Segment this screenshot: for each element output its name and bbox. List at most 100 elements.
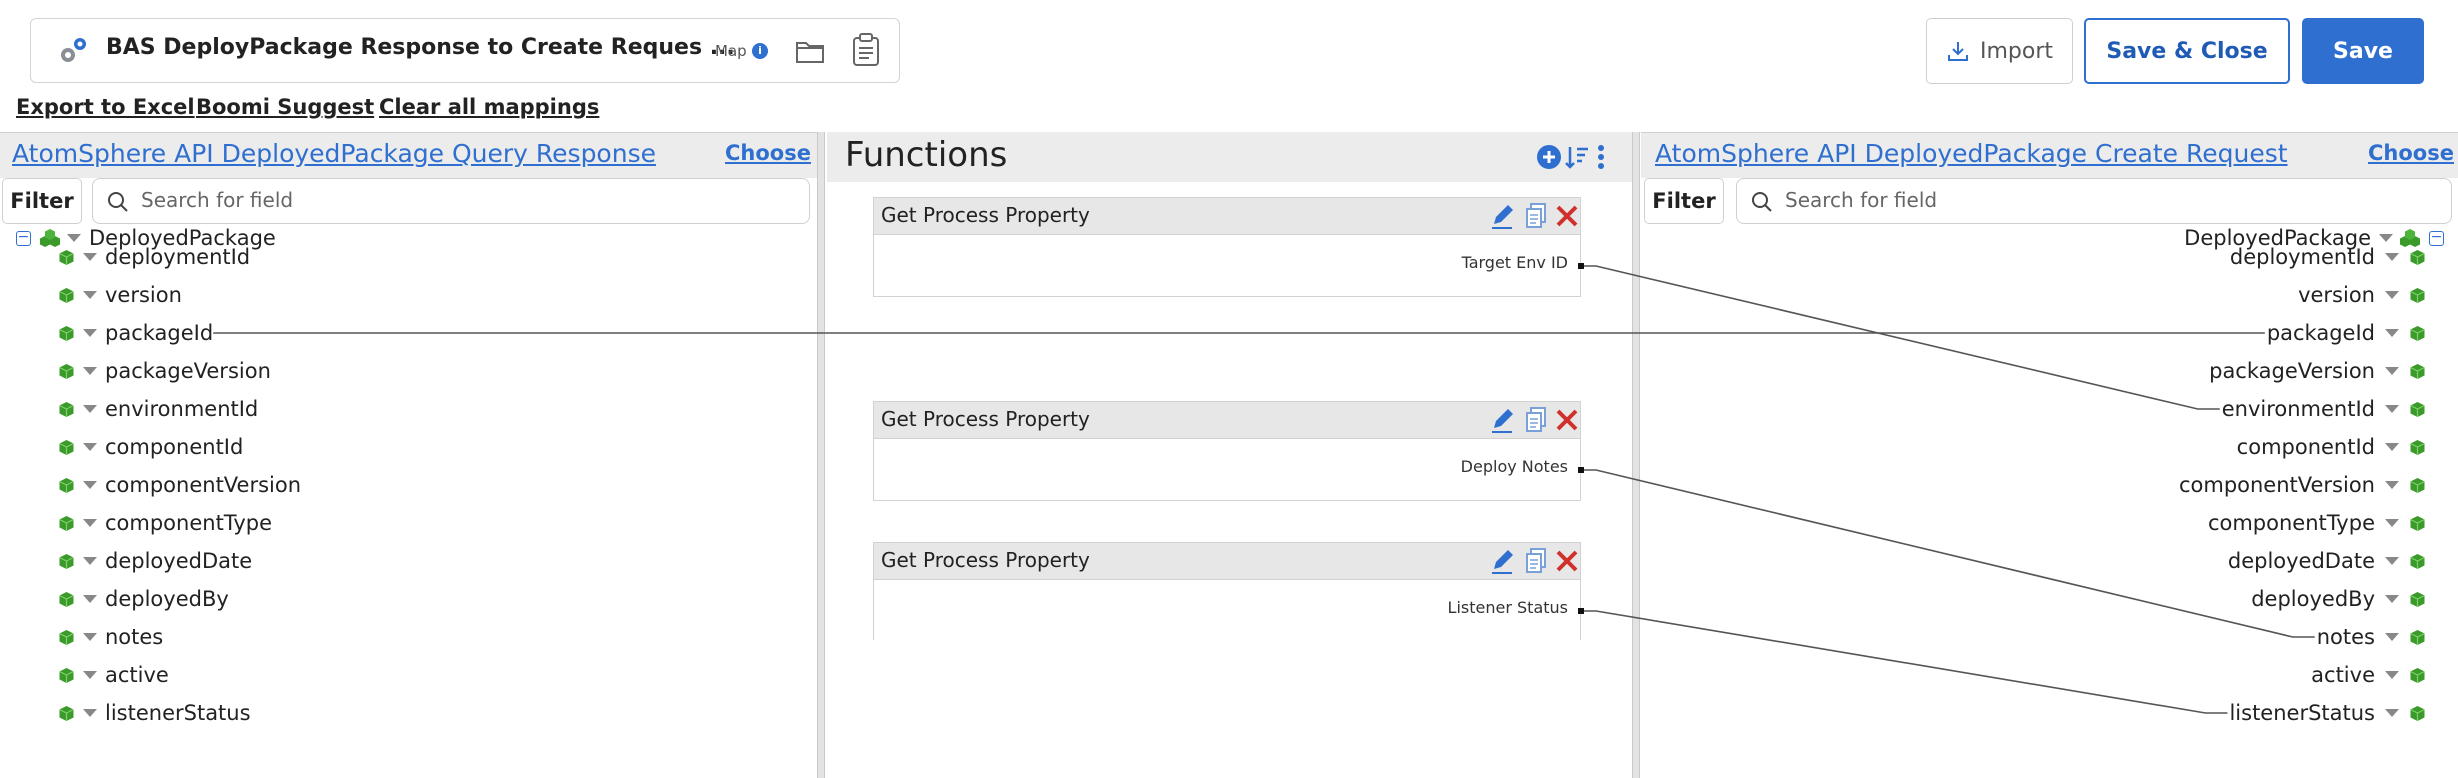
save-button[interactable]: Save [2302, 18, 2424, 84]
caret-down-icon[interactable] [2385, 557, 2399, 565]
source-search-input[interactable] [139, 187, 499, 213]
function-card-header[interactable]: Get Process Property [873, 197, 1581, 235]
source-profile-name[interactable]: AtomSphere API DeployedPackage Query Res… [12, 139, 656, 168]
pencil-icon[interactable] [1490, 406, 1516, 434]
source-field-componentId[interactable]: componentId [58, 429, 243, 465]
pencil-icon[interactable] [1490, 202, 1516, 230]
boomi-suggest-link[interactable]: Boomi Suggest [196, 95, 374, 119]
import-button[interactable]: Import [1926, 18, 2073, 84]
target-choose-link[interactable]: Choose [2368, 141, 2454, 165]
source-field-packageId[interactable]: packageId [58, 315, 213, 351]
info-icon[interactable]: i [752, 43, 768, 59]
target-field-deployedDate[interactable]: deployedDate [2228, 543, 2426, 579]
caret-down-icon[interactable] [83, 595, 97, 603]
caret-down-icon[interactable] [2385, 367, 2399, 375]
caret-down-icon[interactable] [2385, 633, 2399, 641]
x-icon[interactable] [1554, 202, 1580, 230]
vertical-dots-icon[interactable] [1596, 144, 1606, 170]
source-field-componentType[interactable]: componentType [58, 505, 272, 541]
function-output-port[interactable] [1578, 467, 1584, 473]
target-field-label: listenerStatus [2229, 701, 2375, 725]
target-field-componentId[interactable]: componentId [2237, 429, 2426, 465]
source-field-deploymentId[interactable]: deploymentId [58, 239, 250, 275]
target-profile-name[interactable]: AtomSphere API DeployedPackage Create Re… [1655, 139, 2288, 168]
target-field-version[interactable]: version [2298, 277, 2426, 313]
caret-down-icon[interactable] [83, 633, 97, 641]
caret-down-icon[interactable] [2385, 405, 2399, 413]
caret-down-icon[interactable] [2385, 595, 2399, 603]
function-card[interactable]: Get Process Property Target Env ID [873, 197, 1584, 297]
caret-down-icon[interactable] [83, 519, 97, 527]
target-field-componentType[interactable]: componentType [2208, 505, 2426, 541]
target-field-deploymentId[interactable]: deploymentId [2230, 239, 2426, 275]
x-icon[interactable] [1554, 406, 1580, 434]
target-field-deployedBy[interactable]: deployedBy [2251, 581, 2426, 617]
source-field-notes[interactable]: notes [58, 619, 163, 655]
minus-box-icon[interactable]: − [16, 230, 31, 246]
caret-down-icon[interactable] [2385, 519, 2399, 527]
caret-down-icon[interactable] [83, 329, 97, 337]
caret-down-icon[interactable] [2385, 329, 2399, 337]
map-title[interactable]: BAS DeployPackage Response to Create Req… [106, 35, 735, 60]
caret-down-icon[interactable] [83, 253, 97, 261]
caret-down-icon[interactable] [83, 367, 97, 375]
caret-down-icon[interactable] [83, 481, 97, 489]
copy-icon[interactable] [1524, 547, 1548, 575]
export-to-excel-link[interactable]: Export to Excel [16, 95, 195, 119]
target-field-environmentId[interactable]: environmentId [2222, 391, 2426, 427]
source-field-version[interactable]: version [58, 277, 182, 313]
caret-down-icon[interactable] [83, 557, 97, 565]
source-field-deployedDate[interactable]: deployedDate [58, 543, 252, 579]
source-field-deployedBy[interactable]: deployedBy [58, 581, 229, 617]
target-field-listenerStatus[interactable]: listenerStatus [2229, 695, 2426, 731]
notes-icon[interactable] [851, 33, 881, 67]
pencil-icon[interactable] [1490, 547, 1516, 575]
source-field-componentVersion[interactable]: componentVersion [58, 467, 301, 503]
target-field-active[interactable]: active [2311, 657, 2426, 693]
plus-circle-icon[interactable] [1536, 144, 1562, 170]
caret-down-icon[interactable] [83, 443, 97, 451]
caret-down-icon[interactable] [2385, 291, 2399, 299]
save-close-button[interactable]: Save & Close [2084, 18, 2290, 84]
caret-down-icon[interactable] [83, 709, 97, 717]
caret-down-icon[interactable] [83, 671, 97, 679]
mapping-line[interactable] [1584, 265, 2220, 410]
source-choose-link[interactable]: Choose [725, 141, 811, 165]
caret-down-icon[interactable] [2385, 253, 2399, 261]
folder-icon[interactable] [795, 37, 825, 65]
source-filter-button[interactable]: Filter [2, 178, 82, 224]
target-filter-button[interactable]: Filter [1644, 178, 1724, 224]
target-field-componentVersion[interactable]: componentVersion [2179, 467, 2426, 503]
caret-down-icon[interactable] [2385, 443, 2399, 451]
copy-icon[interactable] [1524, 202, 1548, 230]
minus-box-icon[interactable]: − [2429, 230, 2444, 246]
target-field-notes[interactable]: notes [2317, 619, 2426, 655]
function-card[interactable]: Get Process Property Deploy Notes [873, 401, 1584, 501]
target-field-label: deployedDate [2227, 549, 2375, 573]
function-output-port[interactable] [1578, 263, 1584, 269]
sort-icon[interactable] [1564, 144, 1590, 170]
target-field-packageId[interactable]: packageId [2267, 315, 2426, 351]
target-field-label: active [2311, 663, 2375, 687]
caret-down-icon[interactable] [2385, 671, 2399, 679]
caret-down-icon[interactable] [83, 291, 97, 299]
left-panel-divider[interactable] [817, 132, 825, 778]
right-panel-divider[interactable] [1632, 132, 1640, 778]
copy-icon[interactable] [1524, 406, 1548, 434]
caret-down-icon[interactable] [2385, 481, 2399, 489]
caret-down-icon[interactable] [2385, 709, 2399, 717]
source-field-environmentId[interactable]: environmentId [58, 391, 258, 427]
clear-all-mappings-link[interactable]: Clear all mappings [379, 95, 599, 119]
function-output-port[interactable] [1578, 608, 1584, 614]
function-card[interactable]: Get Process Property Listener Status [873, 542, 1584, 640]
target-field-packageVersion[interactable]: packageVersion [2209, 353, 2426, 389]
x-icon[interactable] [1554, 547, 1580, 575]
function-card-header[interactable]: Get Process Property [873, 401, 1581, 439]
source-field-active[interactable]: active [58, 657, 169, 693]
function-card-header[interactable]: Get Process Property [873, 542, 1581, 580]
source-field-listenerStatus[interactable]: listenerStatus [58, 695, 251, 731]
mapping-line[interactable] [1584, 610, 2228, 714]
target-search-input[interactable] [1783, 187, 2143, 213]
caret-down-icon[interactable] [83, 405, 97, 413]
source-field-packageVersion[interactable]: packageVersion [58, 353, 271, 389]
